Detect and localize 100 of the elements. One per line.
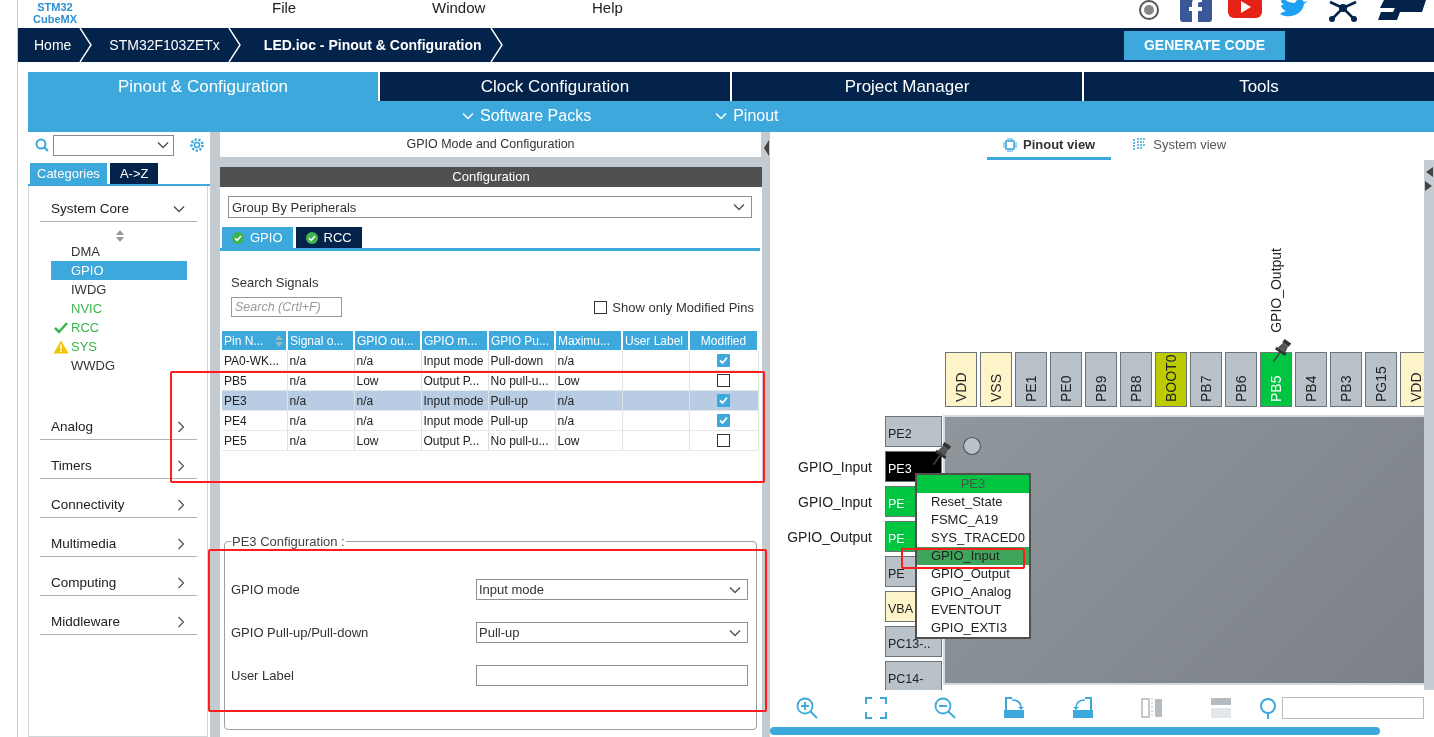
chevron-right-icon bbox=[177, 459, 185, 472]
menu-title: PE3 bbox=[917, 475, 1029, 493]
menu-item[interactable]: File bbox=[272, 0, 432, 16]
chevron-right-icon bbox=[177, 537, 185, 550]
checkbox[interactable] bbox=[717, 394, 730, 407]
pin[interactable]: PC14- bbox=[885, 661, 942, 690]
settings-icon[interactable] bbox=[188, 136, 206, 154]
pin[interactable]: PB6 bbox=[1225, 352, 1257, 407]
category-item[interactable]: DMA bbox=[51, 242, 187, 261]
table-row[interactable]: PE5 n/a Low Output P... No pull-u... Low bbox=[222, 430, 758, 451]
pin[interactable]: VDD bbox=[1400, 352, 1424, 407]
search-combo-box[interactable] bbox=[53, 134, 174, 156]
table-cell: Pull-down bbox=[488, 350, 555, 371]
category-header[interactable]: Computing bbox=[40, 570, 197, 596]
chevron-separator-icon bbox=[77, 28, 94, 62]
checkbox[interactable] bbox=[717, 374, 730, 387]
breadcrumb-item[interactable]: STM32F103ZETx bbox=[93, 37, 226, 53]
chevron-down-icon bbox=[715, 111, 728, 120]
category-header[interactable]: Timers bbox=[40, 453, 197, 479]
zoom-out-icon[interactable] bbox=[933, 695, 957, 720]
split-view-icon[interactable] bbox=[1140, 695, 1164, 720]
dropdown[interactable]: Pull-up bbox=[476, 622, 748, 643]
search-field[interactable]: Search (Crtl+F) bbox=[231, 297, 342, 317]
view-tab[interactable]: System view bbox=[1131, 132, 1229, 160]
table-cell: n/a bbox=[555, 410, 622, 431]
checkbox[interactable] bbox=[594, 300, 608, 314]
scrollbar[interactable] bbox=[770, 727, 1380, 735]
table-row[interactable]: PB5 n/a Low Output P... No pull-u... Low bbox=[222, 370, 758, 391]
pin[interactable]: PE0 bbox=[1050, 352, 1082, 407]
category-header[interactable]: Analog bbox=[40, 414, 197, 440]
pin[interactable]: PG15 bbox=[1365, 352, 1397, 407]
checkbox[interactable] bbox=[717, 434, 730, 447]
scroll-arrows-icon[interactable] bbox=[1424, 164, 1434, 194]
chevron-down-icon bbox=[729, 585, 741, 594]
table-cell: n/a bbox=[287, 430, 354, 451]
table-cell: Low bbox=[354, 430, 421, 451]
view-tab[interactable]: Pinout view bbox=[987, 132, 1112, 160]
category-header[interactable]: Connectivity bbox=[40, 492, 197, 518]
field-label: GPIO mode bbox=[231, 582, 301, 597]
chevron-down-icon bbox=[173, 204, 185, 213]
main-tab[interactable]: Tools bbox=[1084, 72, 1434, 101]
sort-icon bbox=[115, 230, 125, 242]
pin[interactable]: PE1 bbox=[1015, 352, 1047, 407]
network-icon[interactable] bbox=[1326, 0, 1360, 22]
slanted-logo-icon[interactable] bbox=[1376, 0, 1428, 22]
signal-label: GPIO_Input bbox=[798, 493, 872, 510]
table-cell: PE5 bbox=[222, 430, 287, 451]
pin[interactable]: PB9 bbox=[1085, 352, 1117, 407]
pin[interactable]: PB8 bbox=[1120, 352, 1152, 407]
bars-icon bbox=[1133, 137, 1148, 152]
category-item[interactable]: IWDG bbox=[51, 280, 187, 299]
chevron-right-icon bbox=[177, 420, 185, 433]
category-header[interactable]: Middleware bbox=[40, 609, 197, 635]
breadcrumb-item[interactable]: Home bbox=[18, 37, 78, 53]
pin[interactable]: PB4 bbox=[1295, 352, 1327, 407]
table-cell: Input mode bbox=[421, 350, 488, 371]
pin[interactable]: PB3 bbox=[1330, 352, 1362, 407]
table-cell: Low bbox=[555, 430, 622, 451]
pin[interactable]: PB7 bbox=[1190, 352, 1222, 407]
square-logo-icon[interactable] bbox=[1180, 0, 1212, 22]
pin[interactable]: PE2 bbox=[885, 416, 942, 447]
rotate-right-icon[interactable] bbox=[1002, 695, 1026, 720]
table-row[interactable]: PE4 n/a n/a Input mode Pull-up n/a bbox=[222, 410, 758, 431]
text-field[interactable] bbox=[476, 665, 748, 686]
tab[interactable]: A->Z bbox=[109, 163, 159, 184]
search-field[interactable] bbox=[1282, 696, 1424, 719]
check-circle-icon bbox=[305, 231, 318, 244]
field-label: Search Signals bbox=[231, 275, 319, 290]
collapse-arrow-icon[interactable] bbox=[763, 138, 770, 158]
main-tab[interactable]: Clock Configuration bbox=[380, 72, 730, 101]
zoom-in-icon[interactable] bbox=[795, 695, 819, 720]
category-header[interactable]: Multimedia bbox=[40, 531, 197, 557]
table-row[interactable]: PE3 n/a n/a Input mode Pull-up n/a bbox=[222, 390, 758, 411]
menu-item[interactable]: Window bbox=[432, 0, 592, 16]
layout-icon[interactable] bbox=[1209, 695, 1233, 720]
checkbox-label: Show only Modified Pins bbox=[612, 299, 754, 315]
pin[interactable]: VSS bbox=[980, 352, 1012, 407]
fit-screen-icon[interactable] bbox=[864, 695, 888, 720]
chip-icon bbox=[1003, 137, 1017, 152]
pin[interactable]: VDD bbox=[945, 352, 977, 407]
category-header[interactable]: System Core bbox=[40, 196, 197, 222]
table-cell: Output P... bbox=[421, 430, 488, 451]
checkbox[interactable] bbox=[717, 414, 730, 427]
table-row[interactable]: PA0-WK... n/a n/a Input mode Pull-down n/a bbox=[222, 350, 758, 371]
dropdown[interactable]: Input mode bbox=[476, 579, 748, 600]
tab[interactable]: RCC bbox=[295, 227, 362, 248]
logo-text: STM32 bbox=[37, 1, 73, 13]
table-cell: n/a bbox=[555, 350, 622, 371]
pin[interactable]: BOOT0 bbox=[1155, 352, 1187, 407]
section-header: Configuration bbox=[220, 167, 762, 187]
checkbox[interactable] bbox=[717, 354, 730, 367]
menu-item[interactable]: Help bbox=[592, 0, 752, 16]
dropdown[interactable]: Group By Peripherals bbox=[228, 196, 752, 218]
category-item[interactable]: WWDG bbox=[51, 356, 187, 375]
chevron-separator-icon bbox=[225, 28, 242, 62]
logo-text: CubeMX bbox=[33, 13, 77, 25]
breadcrumb-item[interactable]: LED.ioc - Pinout & Configuration bbox=[241, 37, 488, 53]
table-cell: n/a bbox=[287, 350, 354, 371]
main-tab[interactable]: Project Manager bbox=[732, 72, 1082, 101]
rotate-left-icon[interactable] bbox=[1071, 695, 1095, 720]
